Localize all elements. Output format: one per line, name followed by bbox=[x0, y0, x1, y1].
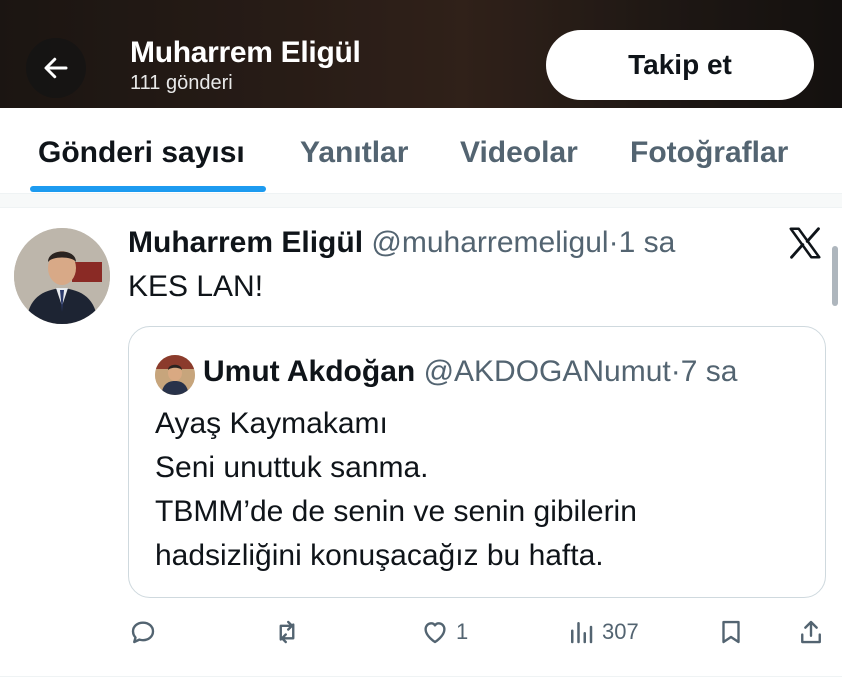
tweet-text: KES LAN! bbox=[128, 270, 264, 303]
quoted-text-line: TBMM’de de senin ve senin gibilerin bbox=[155, 495, 637, 528]
quoted-separator: · bbox=[670, 355, 681, 388]
like-count: 1 bbox=[456, 619, 469, 644]
arrow-left-icon bbox=[44, 57, 68, 79]
avatar[interactable] bbox=[14, 228, 110, 324]
avatar-portrait-icon bbox=[14, 228, 110, 324]
tab-replies[interactable]: Yanıtlar bbox=[300, 136, 408, 170]
x-logo-icon bbox=[789, 227, 821, 259]
back-button[interactable] bbox=[26, 38, 86, 98]
tab-posts[interactable]: Gönderi sayısı bbox=[38, 136, 245, 170]
heart-icon bbox=[424, 622, 446, 644]
quoted-text-line: hadsizliğini konuşacağız bu hafta. bbox=[155, 539, 604, 572]
share-button[interactable] bbox=[796, 612, 826, 652]
quoted-timestamp[interactable]: 7 sa bbox=[681, 355, 738, 388]
tweet-timestamp[interactable]: 1 sa bbox=[619, 226, 676, 259]
quoted-header: Umut Akdoğan @AKDOGANumut·7 sa bbox=[203, 355, 737, 389]
share-icon bbox=[801, 620, 821, 644]
follow-button[interactable]: Takip et bbox=[546, 30, 814, 100]
bookmark-icon bbox=[722, 620, 740, 644]
retweet-icon bbox=[279, 620, 295, 644]
profile-header: Muharrem Eligül 111 gönderi Takip et bbox=[0, 0, 842, 108]
tweet-author-handle[interactable]: @muharremeligul bbox=[371, 226, 608, 259]
post-count: 111 gönderi bbox=[130, 72, 233, 94]
profile-name: Muharrem Eligül bbox=[130, 36, 361, 69]
quoted-avatar-portrait-icon bbox=[155, 355, 195, 395]
tweet-header: Muharrem Eligül @muharremeligul·1 sa bbox=[128, 226, 675, 260]
reply-button[interactable] bbox=[128, 612, 158, 652]
quoted-avatar[interactable] bbox=[155, 355, 195, 395]
quoted-author-handle[interactable]: @AKDOGANumut bbox=[424, 355, 671, 388]
tweet-bottom-border bbox=[0, 676, 842, 677]
retweet-button[interactable] bbox=[272, 612, 302, 652]
scrollbar[interactable] bbox=[832, 246, 838, 306]
tweet-separator: · bbox=[608, 226, 619, 259]
reply-icon bbox=[131, 621, 155, 644]
tweet-author-name[interactable]: Muharrem Eligül bbox=[128, 226, 363, 259]
bookmark-button[interactable] bbox=[716, 612, 746, 652]
views-chart-icon bbox=[571, 622, 593, 644]
views-button[interactable]: 307 bbox=[566, 612, 639, 652]
tab-videos[interactable]: Videolar bbox=[460, 136, 578, 170]
like-button[interactable]: 1 bbox=[420, 612, 468, 652]
profile-tabs: Gönderi sayısı Yanıtlar Videolar Fotoğra… bbox=[0, 108, 842, 194]
quoted-author-name[interactable]: Umut Akdoğan bbox=[203, 355, 415, 388]
quoted-tweet[interactable]: Umut Akdoğan @AKDOGANumut·7 sa Ayaş Kaym… bbox=[128, 326, 826, 598]
quoted-text-line: Ayaş Kaymakamı bbox=[155, 407, 388, 440]
tab-photos[interactable]: Fotoğraflar bbox=[630, 136, 788, 170]
active-tab-indicator bbox=[30, 186, 266, 192]
section-divider bbox=[0, 194, 842, 208]
views-count: 307 bbox=[602, 619, 639, 644]
quoted-text-line: Seni unuttuk sanma. bbox=[155, 451, 429, 484]
